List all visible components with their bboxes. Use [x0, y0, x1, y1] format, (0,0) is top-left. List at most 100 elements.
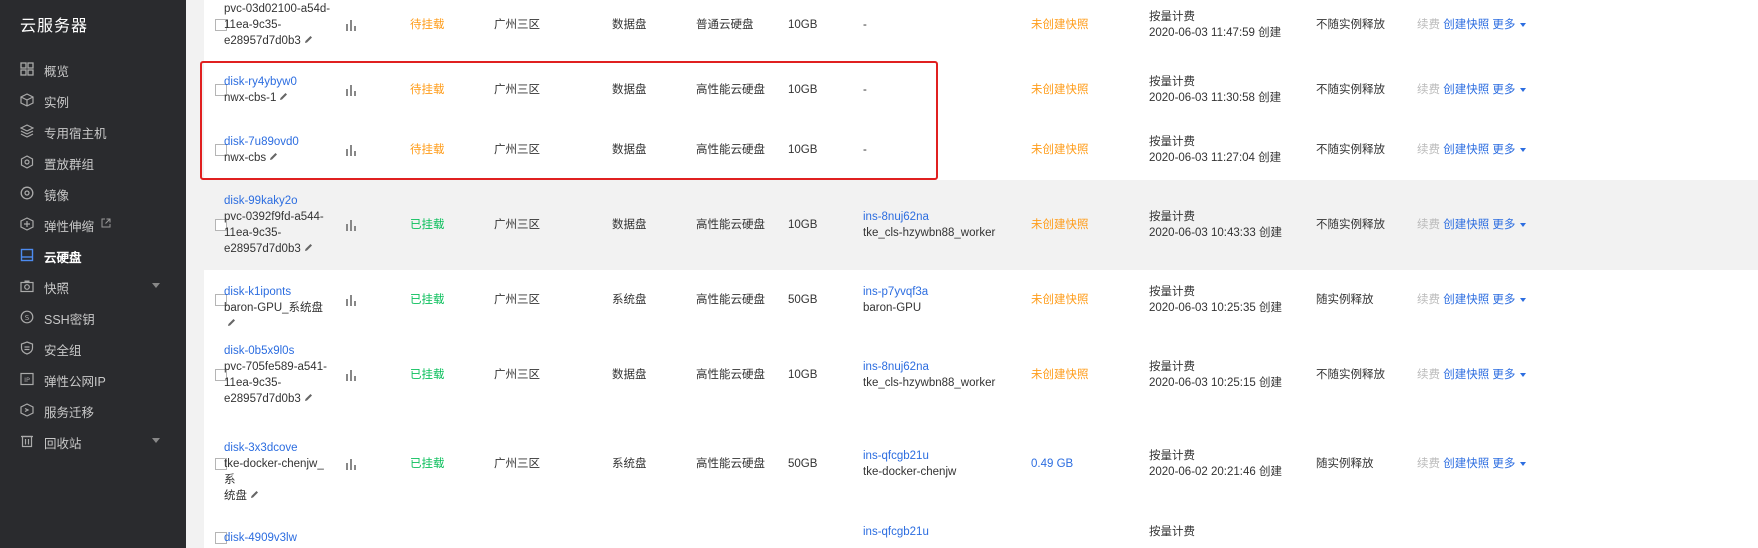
disk-name-line: 11ea-9c35- [224, 377, 282, 389]
disk-name-line: pvc-0392f9fd-a544- [224, 211, 324, 223]
more-dropdown[interactable]: 更多 [1492, 369, 1527, 381]
monitor-chart-icon[interactable] [345, 294, 357, 311]
monitor-chart-icon[interactable] [345, 84, 357, 101]
table-row[interactable]: disk-0b5x9l0s pvc-705fe589-a541- 11ea-9c35… [204, 330, 1758, 421]
edit-pencil-icon[interactable] [279, 90, 288, 106]
sidebar-item-label: 安全组 [44, 344, 82, 358]
renew-button[interactable]: 续费 [1417, 144, 1440, 156]
disk-type-text: 普通云硬盘 [696, 19, 754, 31]
disk-size-text: 10GB [788, 219, 818, 231]
more-dropdown[interactable]: 更多 [1492, 219, 1527, 231]
key-icon: S [20, 310, 34, 324]
billing-cell: 按量计费 2020-06-03 11:47:59 创建 [1149, 9, 1281, 41]
status-text: 待挂载 [410, 84, 445, 96]
billing-cell: 按量计费 2020-06-03 10:43:33 创建 [1149, 209, 1282, 241]
disk-id-link[interactable]: disk-k1iponts [224, 284, 334, 300]
edit-pencil-icon[interactable] [304, 33, 313, 49]
disk-size-text: 50GB [788, 458, 818, 470]
instance-id-link[interactable]: ins-8nuj62na [863, 359, 995, 375]
sidebar-item-1[interactable]: 概览 [0, 52, 186, 86]
more-dropdown[interactable]: 更多 [1492, 144, 1527, 156]
table-row[interactable]: disk-ry4ybyw0 nwx-cbs-1 待挂载 广州三区 数据盘 高性能云硬盘 10… [204, 60, 1758, 121]
disk-id-link[interactable]: disk-7u89ovd0 [224, 134, 334, 150]
sidebar-item-4[interactable]: 置放群组 [0, 145, 186, 179]
renew-button[interactable]: 续费 [1417, 369, 1440, 381]
created-time: 2020-06-03 10:43:33 创建 [1149, 227, 1282, 239]
create-snapshot-link[interactable]: 创建快照 [1443, 369, 1489, 381]
sidebar-item-12[interactable]: 服务迁移 [0, 393, 186, 427]
disk-attr-text: 数据盘 [612, 144, 647, 156]
sidebar-item-7[interactable]: 云硬盘 [0, 238, 186, 272]
create-snapshot-link[interactable]: 创建快照 [1443, 294, 1489, 306]
chevron-down-icon [1520, 297, 1527, 302]
more-dropdown[interactable]: 更多 [1492, 294, 1527, 306]
sidebar-item-label: 服务迁移 [44, 406, 95, 420]
table-row[interactable]: disk-7u89ovd0 nwx-cbs 待挂载 广州三区 数据盘 高性能云硬盘 10GB… [204, 120, 1758, 181]
table-row[interactable]: pvc-03d02100-a54d- 11ea-9c35- e28957d7d0b3… [204, 0, 1758, 61]
renew-button[interactable]: 续费 [1417, 294, 1440, 306]
disk-id-name: disk-7u89ovd0 nwx-cbs [224, 134, 334, 166]
edit-pencil-icon[interactable] [304, 241, 313, 257]
table-row[interactable]: disk-3x3dcove tke-docker-chenjw_系 统盘 已挂载 广州三… [204, 420, 1758, 509]
instance-id-link[interactable]: ins-qfcgb21u [863, 448, 956, 464]
disk-attr-text: 数据盘 [612, 84, 647, 96]
sidebar-item-2[interactable]: 实例 [0, 83, 186, 117]
chevron-down-icon [1520, 147, 1527, 152]
billing-cell: 按量计费 2020-06-03 10:25:35 创建 [1149, 284, 1282, 316]
disk-id-link[interactable]: disk-ry4ybyw0 [224, 74, 334, 90]
create-snapshot-link[interactable]: 创建快照 [1443, 219, 1489, 231]
renew-button[interactable]: 续费 [1417, 19, 1440, 31]
disk-id-link[interactable]: disk-99kaky2o [224, 193, 334, 209]
table-row[interactable]: disk-4909v3lw ins-qfcgb21u 按量计费 [204, 508, 1758, 548]
table-row[interactable]: disk-k1iponts baron-GPU_系统盘 已挂载 广州三区 系统盘 高性能云… [204, 270, 1758, 331]
sidebar-item-label: 云硬盘 [44, 251, 82, 265]
renew-button[interactable]: 续费 [1417, 219, 1440, 231]
monitor-chart-icon[interactable] [345, 219, 357, 236]
create-snapshot-link[interactable]: 创建快照 [1443, 458, 1489, 470]
disk-attr-text: 数据盘 [612, 19, 647, 31]
zone-text: 广州三区 [494, 144, 540, 156]
billing-mode: 按量计费 [1149, 136, 1195, 148]
disk-name-line: 统盘 [224, 488, 334, 504]
ip-icon: IP [20, 372, 34, 386]
disk-id-link[interactable]: disk-4909v3lw [224, 530, 334, 546]
sidebar-item-8[interactable]: 快照 [0, 269, 186, 303]
edit-pencil-icon[interactable] [304, 391, 313, 407]
edit-pencil-icon[interactable] [269, 150, 278, 166]
table-row[interactable]: disk-99kaky2o pvc-0392f9fd-a544- 11ea-9c35… [204, 180, 1758, 271]
edit-pencil-icon[interactable] [250, 488, 259, 504]
sidebar-item-9[interactable]: S SSH密钥 [0, 300, 186, 334]
monitor-chart-icon[interactable] [345, 458, 357, 475]
monitor-chart-icon[interactable] [345, 144, 357, 161]
sidebar-item-13[interactable]: 回收站 [0, 424, 186, 458]
renew-button[interactable]: 续费 [1417, 458, 1440, 470]
instance-id-link[interactable]: ins-p7yvqf3a [863, 284, 928, 300]
sidebar-item-11[interactable]: IP 弹性公网IP [0, 362, 186, 396]
create-snapshot-link[interactable]: 创建快照 [1443, 144, 1489, 156]
instance-id-link[interactable]: ins-8nuj62na [863, 209, 995, 225]
more-dropdown[interactable]: 更多 [1492, 19, 1527, 31]
chevron-down-icon [1520, 87, 1527, 92]
sidebar-item-5[interactable]: 镜像 [0, 176, 186, 210]
create-snapshot-link[interactable]: 创建快照 [1443, 19, 1489, 31]
more-dropdown[interactable]: 更多 [1492, 84, 1527, 96]
monitor-chart-icon[interactable] [345, 19, 357, 36]
release-text: 不随实例释放 [1316, 84, 1385, 96]
renew-button[interactable]: 续费 [1417, 84, 1440, 96]
disk-id-link[interactable]: disk-0b5x9l0s [224, 343, 334, 359]
billing-mode: 按量计费 [1149, 450, 1195, 462]
instance-id-link[interactable]: ins-qfcgb21u [863, 524, 929, 540]
disk-id-link[interactable]: disk-3x3dcove [224, 440, 334, 456]
disk-id-name: pvc-03d02100-a54d- 11ea-9c35- e28957d7d0b3 [224, 1, 334, 49]
disk-id-name: disk-ry4ybyw0 nwx-cbs-1 [224, 74, 334, 106]
snapshot-text[interactable]: 0.49 GB [1031, 456, 1073, 472]
monitor-chart-icon[interactable] [345, 369, 357, 386]
sidebar-item-3[interactable]: 专用宿主机 [0, 114, 186, 148]
snapshot-text: 未创建快照 [1031, 84, 1089, 96]
status-text: 已挂载 [410, 219, 445, 231]
more-dropdown[interactable]: 更多 [1492, 458, 1527, 470]
created-time: 2020-06-02 20:21:46 创建 [1149, 466, 1282, 478]
create-snapshot-link[interactable]: 创建快照 [1443, 84, 1489, 96]
sidebar-item-6[interactable]: 弹性伸缩 [0, 207, 186, 241]
sidebar-item-10[interactable]: 安全组 [0, 331, 186, 365]
